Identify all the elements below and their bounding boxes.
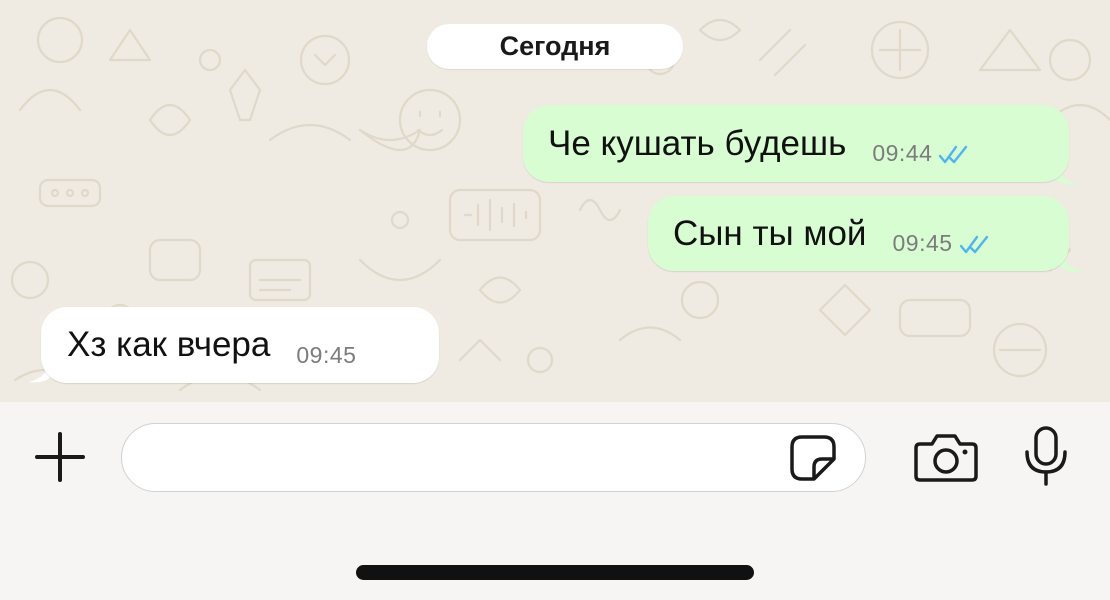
message-time: 09:44 xyxy=(872,140,933,166)
read-checkmarks-icon xyxy=(939,145,968,163)
chat-screen: Сегодня Че кушать будешь 09:44 Сын ты мо… xyxy=(0,0,1110,600)
microphone-icon[interactable] xyxy=(1022,426,1070,488)
message-bubble-outgoing[interactable]: Че кушать будешь 09:44 xyxy=(523,105,1069,182)
message-text: Сын ты мой xyxy=(673,213,867,253)
message-bubble-incoming[interactable]: Хз как вчера 09:45 xyxy=(41,307,439,383)
read-checkmarks-icon xyxy=(959,235,988,253)
message-time: 09:45 xyxy=(296,341,357,368)
message-input[interactable] xyxy=(121,423,866,492)
camera-icon[interactable] xyxy=(914,432,978,482)
date-separator: Сегодня xyxy=(427,24,683,69)
sticker-icon[interactable] xyxy=(788,433,838,483)
chat-area[interactable]: Сегодня Че кушать будешь 09:44 Сын ты мо… xyxy=(0,0,1110,402)
message-text: Хз как вчера xyxy=(67,325,271,364)
plus-icon[interactable] xyxy=(33,430,87,484)
home-indicator[interactable] xyxy=(356,565,754,580)
message-text: Че кушать будешь xyxy=(548,123,847,163)
message-bubble-outgoing[interactable]: Сын ты мой 09:45 xyxy=(648,196,1069,271)
message-time: 09:45 xyxy=(892,230,953,256)
